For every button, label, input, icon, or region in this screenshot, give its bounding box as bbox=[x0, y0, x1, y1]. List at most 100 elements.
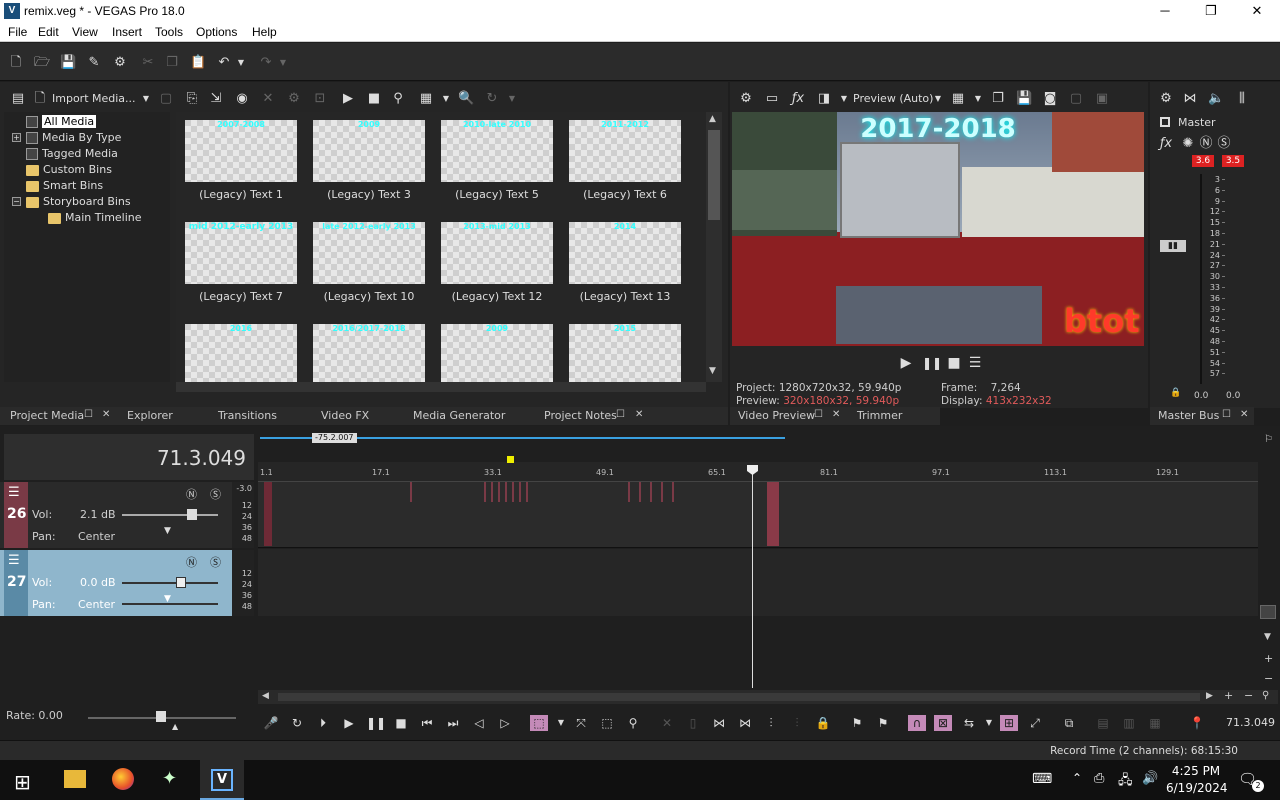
app-icon[interactable]: ✦ bbox=[162, 768, 177, 789]
tree-main-timeline[interactable]: Main Timeline bbox=[48, 210, 142, 225]
marker-icon[interactable] bbox=[507, 456, 514, 463]
normal-edit-tool-icon[interactable]: ⬚ bbox=[530, 715, 548, 731]
save-snapshot-icon[interactable]: 💾 bbox=[1016, 91, 1032, 107]
minimize-button[interactable]: ─ bbox=[1142, 0, 1188, 22]
media-thumbnail[interactable]: 2007-2008 bbox=[185, 120, 297, 182]
track-lane-27[interactable] bbox=[258, 549, 1258, 616]
media-thumbnail[interactable]: 2014 bbox=[569, 222, 681, 284]
media-thumbnail[interactable]: 2011-2012 bbox=[569, 120, 681, 182]
timeline-hscroll[interactable]: ◀ ▶ + − ⚲ bbox=[258, 689, 1278, 704]
pan-slider-handle[interactable]: ▼ bbox=[164, 526, 171, 536]
track-menu-icon[interactable]: ☰ bbox=[8, 553, 20, 568]
marker-toggle-icon[interactable]: ⚐ bbox=[1264, 434, 1273, 445]
media-views-icon[interactable]: ▤ bbox=[10, 91, 26, 107]
master-gear-icon[interactable]: ⚙ bbox=[1158, 91, 1174, 107]
play-icon[interactable]: ▶ bbox=[340, 91, 356, 107]
new-file-icon[interactable]: 🗋 bbox=[8, 55, 24, 71]
lock-icon[interactable]: 🔒 bbox=[1170, 388, 1181, 398]
close-button[interactable]: ✕ bbox=[1234, 0, 1280, 22]
tab-project-media[interactable]: Project Media bbox=[10, 409, 84, 422]
snapping-icon[interactable]: ∩ bbox=[908, 715, 926, 731]
track-header-27[interactable]: ☰ 27 Ⓝ Ⓢ Vol: 0.0 dB Pan: Center ▼ 12 24… bbox=[0, 550, 254, 616]
ungroup-icon[interactable]: ▥ bbox=[1120, 715, 1138, 731]
menu-file[interactable]: File bbox=[8, 25, 27, 39]
vol-slider-track[interactable] bbox=[122, 582, 218, 584]
windows-start-icon[interactable]: ⊞ bbox=[14, 770, 31, 794]
undo-dropdown-icon[interactable]: ▼ bbox=[236, 55, 246, 71]
views-icon[interactable]: ▦ bbox=[418, 91, 434, 107]
tree-all-media[interactable]: All Media bbox=[26, 114, 97, 129]
track-height-icon[interactable] bbox=[1260, 605, 1276, 619]
media-properties-icon[interactable]: ⊡ bbox=[312, 91, 328, 107]
pan-slider-handle[interactable]: ▼ bbox=[164, 594, 171, 604]
tab-float-icon[interactable]: ☐ bbox=[1222, 409, 1231, 420]
mute-icon[interactable]: Ⓝ bbox=[186, 486, 197, 502]
speaker-icon[interactable]: 🔈 bbox=[1208, 91, 1224, 107]
master-fx-icon[interactable]: ƒx bbox=[1158, 136, 1174, 152]
auto-preview-icon[interactable]: ⚲ bbox=[390, 91, 406, 107]
overlays-grid-icon[interactable]: ▦ bbox=[950, 91, 966, 107]
tab-project-notes[interactable]: Project Notes bbox=[544, 409, 617, 422]
go-to-start-icon[interactable]: ⏮ bbox=[418, 715, 436, 731]
zoom-icon[interactable]: 🔍 bbox=[458, 91, 474, 107]
device-preview-icon[interactable]: ▭ bbox=[764, 91, 780, 107]
menu-view[interactable]: View bbox=[72, 25, 98, 39]
tab-close-icon[interactable]: ✕ bbox=[1240, 409, 1248, 420]
tab-float-icon[interactable]: ☐ bbox=[616, 409, 625, 420]
video-fx-icon[interactable]: ƒx bbox=[790, 91, 806, 107]
clock-time[interactable]: 4:25 PM bbox=[1166, 764, 1226, 778]
track-menu-icon[interactable]: ☰ bbox=[8, 485, 20, 500]
firefox-icon[interactable] bbox=[112, 768, 134, 790]
tree-media-by-type[interactable]: Media By Type bbox=[26, 130, 121, 145]
menu-edit[interactable]: Edit bbox=[38, 25, 59, 39]
scroll-left-icon[interactable]: ◀ bbox=[262, 691, 269, 701]
split-dropdown-icon[interactable]: ▼ bbox=[836, 91, 852, 107]
solo-icon[interactable]: Ⓢ bbox=[210, 554, 221, 570]
copy-snapshot-icon[interactable]: ❐ bbox=[990, 91, 1006, 107]
media-thumbnail[interactable]: 2016 bbox=[185, 324, 297, 382]
audio-event-cluster[interactable] bbox=[484, 482, 532, 502]
overlays-dropdown-icon[interactable]: ▼ bbox=[970, 91, 986, 107]
hdr-icon[interactable]: ◙ bbox=[1042, 91, 1058, 107]
import-media-icon[interactable]: 🗋 bbox=[32, 91, 48, 107]
tab-trimmer[interactable]: Trimmer bbox=[857, 409, 902, 422]
edit-tool-dropdown-icon[interactable]: ▼ bbox=[552, 715, 570, 731]
tab-master-bus[interactable]: Master Bus bbox=[1158, 409, 1219, 422]
remove-media-icon[interactable]: ▢ bbox=[158, 91, 174, 107]
delete-tool-icon[interactable]: ✕ bbox=[658, 715, 676, 731]
zoom-edit-tool-icon[interactable]: ⚲ bbox=[624, 715, 642, 731]
capture-icon[interactable]: ⎘ bbox=[184, 91, 200, 107]
refresh-dropdown-icon[interactable]: ▼ bbox=[504, 91, 520, 107]
tab-video-fx[interactable]: Video FX bbox=[321, 409, 369, 422]
file-explorer-icon[interactable] bbox=[64, 770, 86, 788]
master-n-icon[interactable]: Ⓝ bbox=[1198, 136, 1214, 152]
preview-menu-icon[interactable]: ☰ bbox=[967, 355, 983, 371]
paste-icon[interactable]: 📋 bbox=[190, 55, 206, 71]
lock-envelopes-icon[interactable]: ⊞ bbox=[1000, 715, 1018, 731]
mute-icon[interactable]: Ⓝ bbox=[186, 554, 197, 570]
preview-stop-icon[interactable]: ■ bbox=[946, 355, 962, 371]
preview-play-icon[interactable]: ▶ bbox=[898, 355, 914, 371]
tree-smart-bins[interactable]: Smart Bins bbox=[26, 178, 103, 193]
maximize-button[interactable]: ❐ bbox=[1188, 0, 1234, 22]
save-icon[interactable]: 💾 bbox=[60, 55, 76, 71]
tab-transitions[interactable]: Transitions bbox=[218, 409, 277, 422]
next-frame-icon[interactable]: ▷ bbox=[496, 715, 514, 731]
undo-icon[interactable]: ↶ bbox=[216, 55, 232, 71]
media-thumbnail[interactable]: late 2012-early 2013 bbox=[313, 222, 425, 284]
tree-custom-bins[interactable]: Custom Bins bbox=[26, 162, 112, 177]
menu-insert[interactable]: Insert bbox=[112, 25, 142, 39]
delete-icon[interactable]: ✕ bbox=[260, 91, 276, 107]
tab-close-icon[interactable]: ✕ bbox=[102, 409, 110, 420]
track-lane-26[interactable] bbox=[258, 482, 1258, 548]
trim-start-icon[interactable]: ⋈ bbox=[710, 715, 728, 731]
properties-gear-icon[interactable]: ⚙ bbox=[112, 55, 128, 71]
split-icon[interactable]: ⫶ bbox=[762, 715, 780, 731]
usb-icon[interactable]: ⎙ bbox=[1094, 771, 1104, 786]
cut-icon[interactable]: ✂ bbox=[140, 55, 156, 71]
quality-dropdown-icon[interactable]: ▼ bbox=[930, 91, 946, 107]
web-icon[interactable]: ◉ bbox=[234, 91, 250, 107]
timeline-ruler[interactable] bbox=[258, 462, 1258, 482]
import-dropdown-icon[interactable]: ▼ bbox=[138, 91, 154, 107]
vol-slider-track[interactable] bbox=[122, 514, 218, 516]
